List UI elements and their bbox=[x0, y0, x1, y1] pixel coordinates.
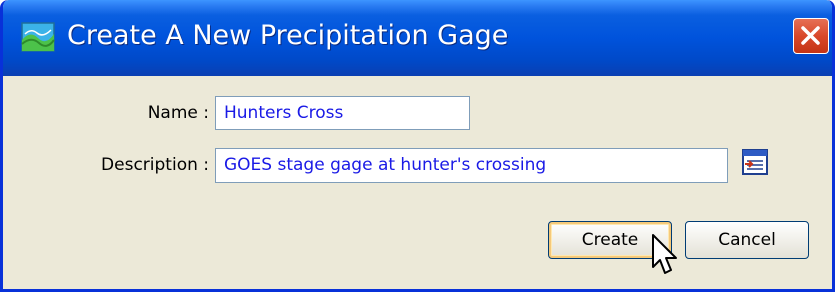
dialog-window: Create A New Precipitation Gage Name : H… bbox=[0, 0, 835, 292]
browse-icon[interactable] bbox=[741, 148, 769, 176]
title-bar[interactable]: Create A New Precipitation Gage bbox=[3, 0, 832, 76]
close-icon bbox=[801, 26, 820, 45]
mouse-pointer-icon bbox=[652, 234, 677, 274]
precipitation-gage-icon bbox=[21, 22, 55, 52]
name-field[interactable]: Hunters Cross bbox=[215, 96, 470, 130]
cancel-button[interactable]: Cancel bbox=[685, 221, 809, 259]
window-title: Create A New Precipitation Gage bbox=[67, 20, 509, 51]
close-button[interactable] bbox=[793, 18, 829, 54]
name-label: Name : bbox=[147, 103, 209, 123]
description-label: Description : bbox=[101, 155, 209, 175]
description-field[interactable]: GOES stage gage at hunter's crossing bbox=[215, 148, 728, 183]
